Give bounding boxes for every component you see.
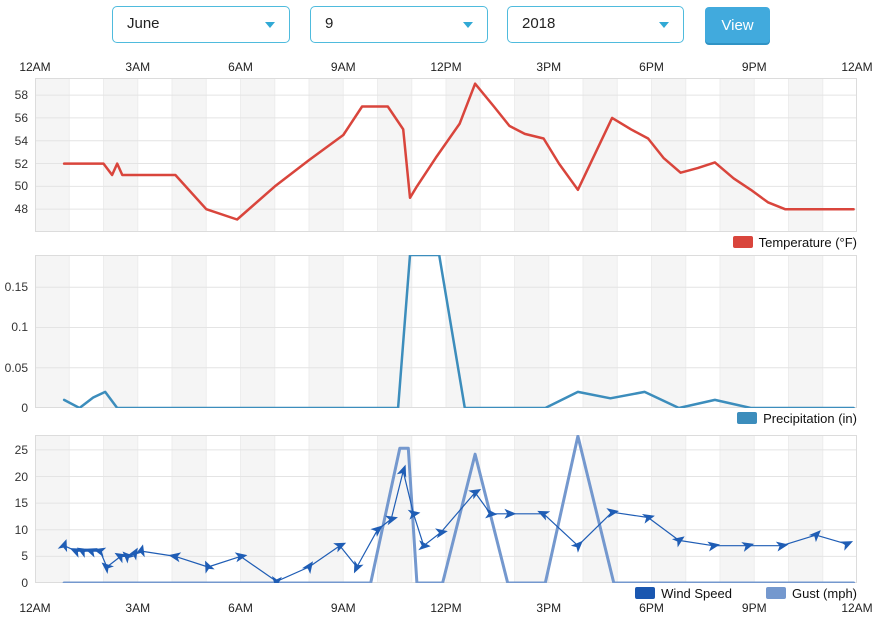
chevron-down-icon — [659, 22, 669, 28]
chevron-down-icon — [265, 22, 275, 28]
x-axis-label: 9AM — [331, 601, 356, 615]
y-tick-label: 15 — [15, 495, 28, 511]
view-button[interactable]: View — [705, 7, 770, 43]
precipitation-legend-label: Precipitation (in) — [763, 411, 857, 426]
month-dropdown-value: June — [127, 15, 160, 32]
gust-legend-label: Gust (mph) — [792, 586, 857, 601]
y-tick-label: 25 — [15, 442, 28, 458]
y-tick-label: 50 — [15, 178, 28, 194]
x-axis-label: 9AM — [331, 60, 356, 74]
x-axis-label: 6PM — [639, 60, 664, 74]
temperature-legend-swatch — [733, 236, 753, 248]
time-axis-bottom: 12AM3AM6AM9AM12PM3PM6PM9PM12AM — [35, 601, 857, 617]
y-tick-label: 0 — [21, 400, 28, 416]
y-tick-label: 0.05 — [5, 360, 28, 376]
wind-y-axis: 0510152025 — [0, 435, 30, 583]
precipitation-y-axis: 00.050.10.15 — [0, 255, 30, 408]
x-axis-label: 12AM — [841, 601, 872, 615]
y-tick-label: 20 — [15, 469, 28, 485]
temperature-legend-label: Temperature (°F) — [759, 235, 857, 250]
y-tick-label: 0 — [21, 575, 28, 591]
temperature-legend: Temperature (°F) — [733, 234, 857, 250]
y-tick-label: 58 — [15, 87, 28, 103]
precipitation-legend: Precipitation (in) — [737, 410, 857, 426]
x-axis-label: 6PM — [639, 601, 664, 615]
y-tick-label: 48 — [15, 201, 28, 217]
wind-legend: Wind Speed Gust (mph) — [635, 585, 857, 601]
gust-legend-swatch — [766, 587, 786, 599]
temperature-y-axis: 48 50 52 54 56 58 — [0, 78, 30, 232]
y-tick-label: 0.1 — [11, 319, 28, 335]
x-axis-label: 3AM — [125, 60, 150, 74]
temperature-chart — [35, 78, 857, 232]
y-tick-label: 56 — [15, 110, 28, 126]
x-axis-label: 3PM — [536, 601, 561, 615]
year-dropdown-value: 2018 — [522, 15, 555, 32]
x-axis-label: 12PM — [430, 601, 461, 615]
x-axis-label: 6AM — [228, 601, 253, 615]
x-axis-label: 9PM — [742, 601, 767, 615]
y-tick-label: 52 — [15, 156, 28, 172]
precipitation-legend-swatch — [737, 412, 757, 424]
x-axis-label: 12AM — [19, 601, 50, 615]
wind-speed-legend-swatch — [635, 587, 655, 599]
y-tick-label: 54 — [15, 133, 28, 149]
day-dropdown[interactable]: 9 — [310, 6, 488, 43]
time-axis-top: 12AM3AM6AM9AM12PM3PM6PM9PM12AM — [35, 60, 857, 76]
weather-dashboard: June 9 2018 View 12AM 3AM 6AM 9AM 12PM 3PM 6PM… — [0, 0, 882, 625]
x-axis-label: 6AM — [228, 60, 253, 74]
precipitation-chart — [35, 255, 857, 408]
x-axis-label: 3AM — [125, 601, 150, 615]
month-dropdown[interactable]: June — [112, 6, 290, 43]
wind-chart — [35, 435, 857, 583]
x-axis-label: 12AM — [841, 60, 872, 74]
chevron-down-icon — [463, 22, 473, 28]
x-axis-label: 12PM — [430, 60, 461, 74]
year-dropdown[interactable]: 2018 — [507, 6, 684, 43]
y-tick-label: 10 — [15, 522, 28, 538]
day-dropdown-value: 9 — [325, 15, 333, 32]
y-tick-label: 5 — [21, 548, 28, 564]
y-tick-label: 0.15 — [5, 279, 28, 295]
wind-speed-legend-label: Wind Speed — [661, 586, 732, 601]
x-axis-label: 9PM — [742, 60, 767, 74]
x-axis-label: 3PM — [536, 60, 561, 74]
x-axis-label: 12AM — [19, 60, 50, 74]
